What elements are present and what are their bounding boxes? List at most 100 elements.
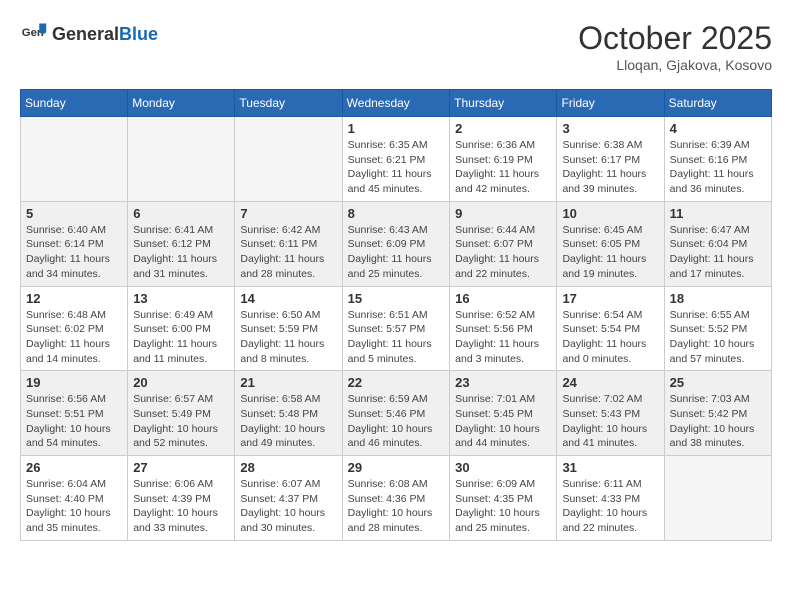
page-header: Gen GeneralBlue October 2025 Lloqan, Gja… (20, 20, 772, 73)
day-number: 17 (562, 291, 658, 306)
calendar-week-row: 26 Sunrise: 6:04 AM Sunset: 4:40 PM Dayli… (21, 456, 772, 541)
day-number: 19 (26, 375, 122, 390)
day-number: 15 (348, 291, 444, 306)
calendar-week-row: 19Sunrise: 6:56 AM Sunset: 5:51 PM Dayli… (21, 371, 772, 456)
day-number: 18 (670, 291, 766, 306)
day-info: Sunrise: 6:07 AM Sunset: 4:37 PM Dayligh… (240, 477, 336, 536)
day-number: 13 (133, 291, 229, 306)
calendar-day-cell: 1 Sunrise: 6:35 AM Sunset: 6:21 PM Daylig… (342, 117, 449, 202)
calendar-day-cell: 13Sunrise: 6:49 AM Sunset: 6:00 PM Dayli… (128, 286, 235, 371)
calendar-day-cell: 23 Sunrise: 7:01 AM Sunset: 5:45 PM Dayli… (450, 371, 557, 456)
day-number: 5 (26, 206, 122, 221)
day-info: Sunrise: 7:01 AM Sunset: 5:45 PM Dayligh… (455, 392, 551, 451)
day-info: Sunrise: 6:50 AM Sunset: 5:59 PM Dayligh… (240, 308, 336, 367)
day-info: Sunrise: 6:39 AM Sunset: 6:16 PM Dayligh… (670, 138, 766, 197)
day-info: Sunrise: 6:48 AM Sunset: 6:02 PM Dayligh… (26, 308, 122, 367)
day-number: 1 (348, 121, 444, 136)
day-info: Sunrise: 6:40 AM Sunset: 6:14 PM Dayligh… (26, 223, 122, 282)
calendar-day-cell: 11 Sunrise: 6:47 AM Sunset: 6:04 PM Dayli… (664, 201, 771, 286)
logo-general-text: General (52, 24, 119, 44)
day-number: 27 (133, 460, 229, 475)
day-number: 2 (455, 121, 551, 136)
day-info: Sunrise: 6:38 AM Sunset: 6:17 PM Dayligh… (562, 138, 658, 197)
calendar-day-cell: 19Sunrise: 6:56 AM Sunset: 5:51 PM Dayli… (21, 371, 128, 456)
calendar-day-cell: 21 Sunrise: 6:58 AM Sunset: 5:48 PM Dayli… (235, 371, 342, 456)
logo: Gen GeneralBlue (20, 20, 158, 48)
calendar-day-cell: 9 Sunrise: 6:44 AM Sunset: 6:07 PM Daylig… (450, 201, 557, 286)
day-number: 7 (240, 206, 336, 221)
weekday-header: Friday (557, 90, 664, 117)
weekday-header: Tuesday (235, 90, 342, 117)
calendar-day-cell (664, 456, 771, 541)
day-number: 21 (240, 375, 336, 390)
calendar-week-row: 5 Sunrise: 6:40 AM Sunset: 6:14 PM Daylig… (21, 201, 772, 286)
day-number: 29 (348, 460, 444, 475)
day-number: 3 (562, 121, 658, 136)
day-info: Sunrise: 6:45 AM Sunset: 6:05 PM Dayligh… (562, 223, 658, 282)
day-info: Sunrise: 6:42 AM Sunset: 6:11 PM Dayligh… (240, 223, 336, 282)
calendar-week-row: 12Sunrise: 6:48 AM Sunset: 6:02 PM Dayli… (21, 286, 772, 371)
calendar-day-cell: 10 Sunrise: 6:45 AM Sunset: 6:05 PM Dayli… (557, 201, 664, 286)
day-number: 16 (455, 291, 551, 306)
day-info: Sunrise: 6:51 AM Sunset: 5:57 PM Dayligh… (348, 308, 444, 367)
day-info: Sunrise: 6:43 AM Sunset: 6:09 PM Dayligh… (348, 223, 444, 282)
day-info: Sunrise: 6:47 AM Sunset: 6:04 PM Dayligh… (670, 223, 766, 282)
calendar-day-cell: 25 Sunrise: 7:03 AM Sunset: 5:42 PM Dayli… (664, 371, 771, 456)
calendar-day-cell: 12Sunrise: 6:48 AM Sunset: 6:02 PM Dayli… (21, 286, 128, 371)
weekday-header: Monday (128, 90, 235, 117)
day-info: Sunrise: 6:09 AM Sunset: 4:35 PM Dayligh… (455, 477, 551, 536)
day-info: Sunrise: 6:57 AM Sunset: 5:49 PM Dayligh… (133, 392, 229, 451)
day-number: 10 (562, 206, 658, 221)
month-title: October 2025 (578, 20, 772, 57)
day-number: 31 (562, 460, 658, 475)
calendar-day-cell: 8 Sunrise: 6:43 AM Sunset: 6:09 PM Daylig… (342, 201, 449, 286)
day-info: Sunrise: 6:44 AM Sunset: 6:07 PM Dayligh… (455, 223, 551, 282)
day-number: 8 (348, 206, 444, 221)
day-info: Sunrise: 6:58 AM Sunset: 5:48 PM Dayligh… (240, 392, 336, 451)
day-number: 26 (26, 460, 122, 475)
day-number: 20 (133, 375, 229, 390)
calendar-day-cell: 6Sunrise: 6:41 AM Sunset: 6:12 PM Daylig… (128, 201, 235, 286)
day-number: 4 (670, 121, 766, 136)
location-text: Lloqan, Gjakova, Kosovo (578, 57, 772, 73)
logo-blue-text: Blue (119, 24, 158, 44)
calendar-day-cell (128, 117, 235, 202)
day-number: 11 (670, 206, 766, 221)
weekday-header: Wednesday (342, 90, 449, 117)
calendar-day-cell (21, 117, 128, 202)
day-number: 25 (670, 375, 766, 390)
calendar-day-cell: 26 Sunrise: 6:04 AM Sunset: 4:40 PM Dayli… (21, 456, 128, 541)
day-info: Sunrise: 6:08 AM Sunset: 4:36 PM Dayligh… (348, 477, 444, 536)
day-info: Sunrise: 6:54 AM Sunset: 5:54 PM Dayligh… (562, 308, 658, 367)
day-number: 24 (562, 375, 658, 390)
day-info: Sunrise: 7:03 AM Sunset: 5:42 PM Dayligh… (670, 392, 766, 451)
calendar-day-cell: 27Sunrise: 6:06 AM Sunset: 4:39 PM Dayli… (128, 456, 235, 541)
title-block: October 2025 Lloqan, Gjakova, Kosovo (578, 20, 772, 73)
calendar-week-row: 1 Sunrise: 6:35 AM Sunset: 6:21 PM Daylig… (21, 117, 772, 202)
calendar-day-cell: 16 Sunrise: 6:52 AM Sunset: 5:56 PM Dayli… (450, 286, 557, 371)
calendar-day-cell: 20 Sunrise: 6:57 AM Sunset: 5:49 PM Dayli… (128, 371, 235, 456)
day-info: Sunrise: 6:04 AM Sunset: 4:40 PM Dayligh… (26, 477, 122, 536)
day-number: 22 (348, 375, 444, 390)
calendar-table: SundayMondayTuesdayWednesdayThursdayFrid… (20, 89, 772, 541)
calendar-day-cell: 15 Sunrise: 6:51 AM Sunset: 5:57 PM Dayli… (342, 286, 449, 371)
day-info: Sunrise: 6:35 AM Sunset: 6:21 PM Dayligh… (348, 138, 444, 197)
day-number: 6 (133, 206, 229, 221)
day-info: Sunrise: 7:02 AM Sunset: 5:43 PM Dayligh… (562, 392, 658, 451)
day-number: 23 (455, 375, 551, 390)
calendar-day-cell: 30 Sunrise: 6:09 AM Sunset: 4:35 PM Dayli… (450, 456, 557, 541)
calendar-day-cell: 24 Sunrise: 7:02 AM Sunset: 5:43 PM Dayli… (557, 371, 664, 456)
calendar-day-cell: 31 Sunrise: 6:11 AM Sunset: 4:33 PM Dayli… (557, 456, 664, 541)
calendar-day-cell: 28Sunrise: 6:07 AM Sunset: 4:37 PM Dayli… (235, 456, 342, 541)
weekday-header: Thursday (450, 90, 557, 117)
day-info: Sunrise: 6:52 AM Sunset: 5:56 PM Dayligh… (455, 308, 551, 367)
logo-icon: Gen (20, 20, 48, 48)
calendar-day-cell: 4 Sunrise: 6:39 AM Sunset: 6:16 PM Daylig… (664, 117, 771, 202)
day-info: Sunrise: 6:11 AM Sunset: 4:33 PM Dayligh… (562, 477, 658, 536)
day-number: 30 (455, 460, 551, 475)
day-number: 14 (240, 291, 336, 306)
day-number: 9 (455, 206, 551, 221)
day-info: Sunrise: 6:36 AM Sunset: 6:19 PM Dayligh… (455, 138, 551, 197)
calendar-day-cell: 29 Sunrise: 6:08 AM Sunset: 4:36 PM Dayli… (342, 456, 449, 541)
day-info: Sunrise: 6:55 AM Sunset: 5:52 PM Dayligh… (670, 308, 766, 367)
